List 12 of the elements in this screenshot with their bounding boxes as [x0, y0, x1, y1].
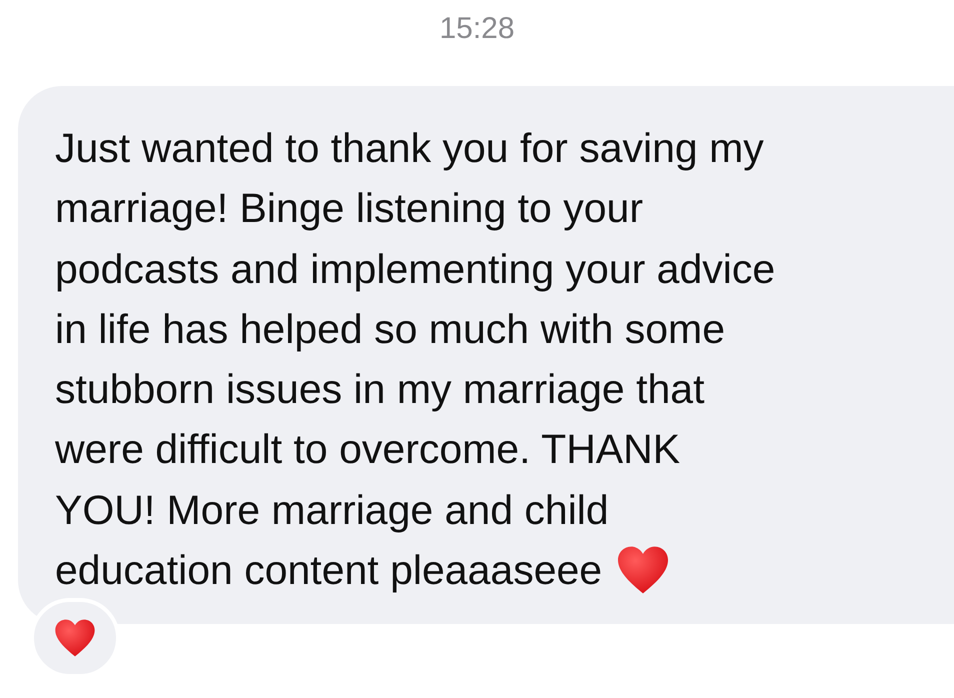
message-text: stubborn issues in my marriage that — [55, 365, 704, 414]
message-bubble[interactable] — [18, 86, 954, 624]
timestamp: 15:28 — [438, 11, 516, 47]
message-text: in life has helped so much with some — [55, 304, 726, 354]
message-text: education content pleaaaseee — [55, 546, 602, 596]
heart-icon — [54, 618, 96, 658]
message-text: were difficult to overcome. THANK — [55, 425, 680, 474]
message-text: marriage! Binge listening to your — [55, 184, 643, 234]
heart-icon — [616, 545, 670, 596]
message-text: YOU! More marriage and child — [55, 486, 609, 535]
message-text: Just wanted to thank you for saving my — [55, 124, 764, 173]
message-text: podcasts and implementing your advice — [55, 244, 776, 294]
